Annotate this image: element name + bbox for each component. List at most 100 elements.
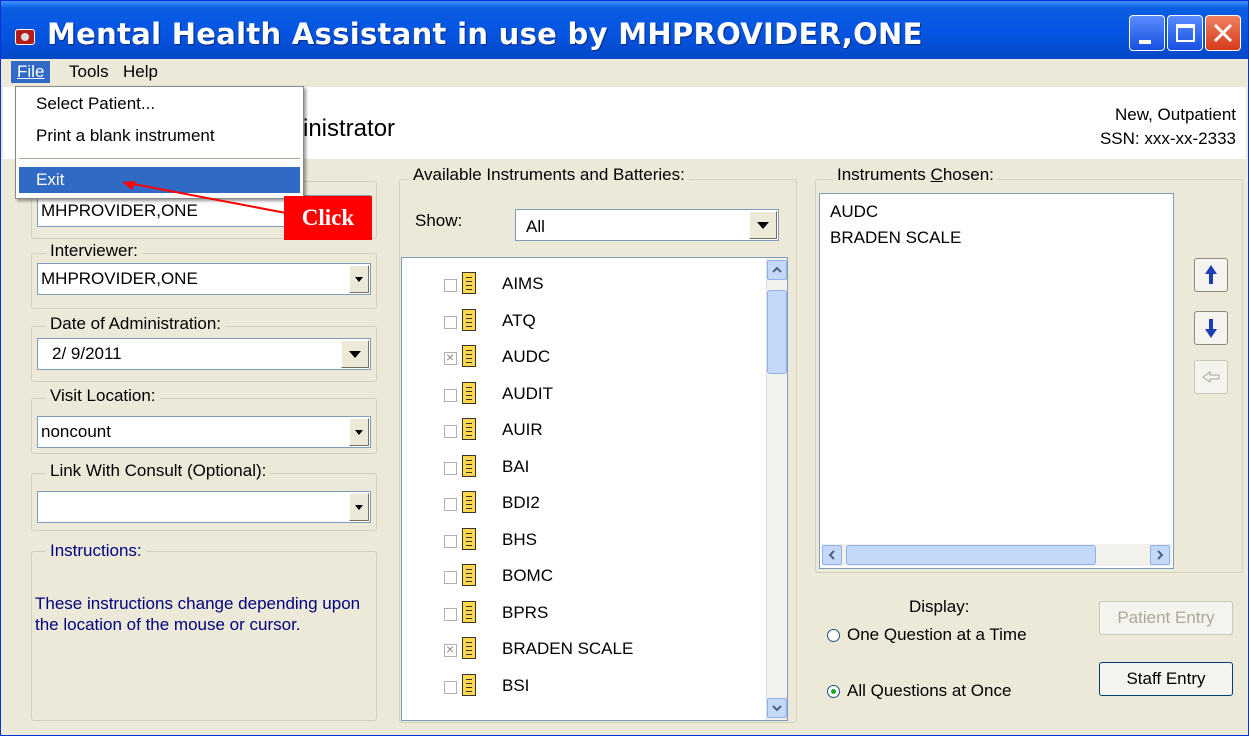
instrument-label: ATQ bbox=[502, 310, 536, 330]
app-icon[interactable] bbox=[15, 29, 35, 45]
scroll-up-button[interactable] bbox=[767, 260, 787, 280]
chosen-item[interactable]: AUDC bbox=[830, 202, 878, 222]
show-filter-value: All bbox=[526, 217, 545, 236]
chosen-label: Instruments Chosen: bbox=[833, 165, 998, 185]
menu-item-select-patient[interactable]: Select Patient... bbox=[19, 91, 300, 117]
document-icon bbox=[462, 673, 476, 696]
interviewer-value: MHPROVIDER,ONE bbox=[41, 269, 198, 288]
radio-one-question[interactable] bbox=[827, 629, 840, 642]
menu-help[interactable]: Help bbox=[117, 61, 164, 83]
arrow-left-icon bbox=[1202, 371, 1220, 383]
instrument-row[interactable]: BAI bbox=[402, 449, 767, 485]
instrument-checkbox[interactable] bbox=[444, 498, 457, 511]
instrument-row[interactable]: BSI bbox=[402, 668, 767, 704]
chosen-hscrollbar[interactable] bbox=[822, 544, 1172, 566]
hscroll-thumb[interactable] bbox=[846, 545, 1096, 565]
close-icon bbox=[1213, 23, 1233, 43]
instrument-row[interactable]: ATQ bbox=[402, 303, 767, 339]
chosen-item[interactable]: BRADEN SCALE bbox=[830, 228, 961, 248]
menu-file[interactable]: File bbox=[11, 61, 51, 83]
chevron-down-icon[interactable] bbox=[749, 211, 777, 239]
instrument-row[interactable]: AIMS bbox=[402, 266, 767, 302]
chevron-down-icon bbox=[772, 705, 782, 712]
staff-entry-button[interactable]: Staff Entry bbox=[1099, 662, 1233, 696]
remove-button[interactable] bbox=[1194, 360, 1228, 394]
instrument-label: BHS bbox=[502, 529, 537, 549]
instrument-checkbox[interactable] bbox=[444, 315, 457, 329]
document-icon bbox=[462, 491, 476, 513]
instrument-checkbox[interactable] bbox=[444, 349, 457, 365]
show-filter-combo[interactable]: All bbox=[515, 209, 779, 241]
chevron-down-icon[interactable] bbox=[349, 493, 369, 521]
chevron-right-icon bbox=[1157, 550, 1164, 560]
patient-entry-button[interactable]: Patient Entry bbox=[1099, 601, 1233, 635]
instrument-row[interactable]: BDI2 bbox=[402, 485, 767, 521]
instrument-row[interactable]: BPRS bbox=[402, 595, 767, 631]
display-label: Display: bbox=[909, 597, 970, 616]
menu-bar: File Tools Help bbox=[1, 59, 1248, 85]
consult-label: Link With Consult (Optional): bbox=[46, 461, 271, 481]
scroll-left-button[interactable] bbox=[822, 545, 842, 565]
scroll-thumb[interactable] bbox=[767, 290, 787, 374]
consult-combo[interactable] bbox=[37, 491, 371, 523]
instrument-label: BDI2 bbox=[502, 493, 540, 512]
instrument-label: BOMC bbox=[502, 566, 553, 585]
instrument-label: AUIR bbox=[502, 420, 543, 439]
arrow-down-icon bbox=[1205, 319, 1217, 338]
radio-one-question-label[interactable]: One Question at a Time bbox=[847, 625, 1027, 645]
date-value: 2/ 9/2011 bbox=[52, 344, 122, 363]
window-title: Mental Health Assistant in use by MHPROV… bbox=[47, 17, 923, 51]
move-up-button[interactable] bbox=[1194, 258, 1228, 292]
minimize-button[interactable] bbox=[1129, 15, 1165, 51]
chevron-up-icon bbox=[772, 266, 782, 273]
patient-info: New, Outpatient SSN: xxx-xx-2333 bbox=[1100, 103, 1236, 151]
available-scrollbar[interactable] bbox=[766, 258, 787, 720]
location-combo[interactable]: noncount bbox=[37, 416, 371, 448]
document-icon bbox=[462, 600, 476, 623]
instrument-row[interactable]: AUIR bbox=[402, 412, 767, 448]
available-list[interactable]: AIMS ATQ AUDC AUDIT AUIR BAI BDI2 BHS BOMC BPRS BR… bbox=[401, 257, 788, 721]
title-bar[interactable]: Mental Health Assistant in use by MHPROV… bbox=[1, 1, 1248, 59]
menu-tools[interactable]: Tools bbox=[63, 61, 115, 83]
scroll-right-button[interactable] bbox=[1150, 545, 1170, 565]
instrument-label: AIMS bbox=[502, 274, 544, 293]
chevron-down-icon[interactable] bbox=[349, 418, 369, 446]
instructions-text: These instructions change depending upon… bbox=[35, 594, 361, 634]
instrument-checkbox[interactable] bbox=[444, 425, 457, 438]
instrument-row[interactable]: BHS bbox=[402, 522, 767, 558]
instrument-checkbox[interactable] bbox=[444, 571, 457, 584]
main-window: Mental Health Assistant in use by MHPROV… bbox=[0, 0, 1249, 736]
instrument-row[interactable]: BOMC bbox=[402, 558, 767, 594]
instrument-label: BRADEN SCALE bbox=[502, 639, 634, 658]
scroll-down-button[interactable] bbox=[767, 698, 787, 718]
instrument-checkbox[interactable] bbox=[444, 607, 457, 621]
arrow-up-icon bbox=[1205, 265, 1217, 284]
chosen-list[interactable]: AUDC BRADEN SCALE bbox=[819, 193, 1174, 569]
instrument-checkbox[interactable] bbox=[444, 680, 457, 694]
instrument-label: BSI bbox=[502, 675, 530, 695]
document-icon bbox=[462, 637, 476, 659]
show-label: Show: bbox=[415, 211, 463, 230]
instrument-checkbox[interactable] bbox=[444, 534, 457, 548]
location-value: noncount bbox=[41, 422, 111, 441]
date-picker[interactable]: 2/ 9/2011 bbox=[37, 338, 371, 370]
instrument-row[interactable]: BRADEN SCALE bbox=[402, 631, 767, 667]
move-down-button[interactable] bbox=[1194, 311, 1228, 345]
chevron-down-icon[interactable] bbox=[349, 265, 369, 293]
instrument-row[interactable]: AUDC bbox=[402, 339, 767, 375]
instrument-checkbox[interactable] bbox=[444, 279, 457, 292]
maximize-button[interactable] bbox=[1167, 15, 1203, 51]
radio-all-questions-label[interactable]: All Questions at Once bbox=[847, 681, 1011, 701]
instrument-checkbox[interactable] bbox=[444, 461, 457, 475]
document-icon bbox=[462, 564, 476, 586]
chevron-down-icon[interactable] bbox=[341, 340, 369, 368]
instrument-checkbox[interactable] bbox=[444, 641, 457, 657]
interviewer-label: Interviewer: bbox=[46, 241, 142, 261]
close-button[interactable] bbox=[1205, 15, 1241, 51]
menu-item-print-blank[interactable]: Print a blank instrument bbox=[19, 123, 300, 149]
instrument-row[interactable]: AUDIT bbox=[402, 376, 767, 412]
menu-file-label: File bbox=[17, 62, 45, 81]
radio-all-questions[interactable] bbox=[827, 685, 840, 698]
interviewer-combo[interactable]: MHPROVIDER,ONE bbox=[37, 263, 371, 295]
instrument-checkbox[interactable] bbox=[444, 388, 457, 402]
